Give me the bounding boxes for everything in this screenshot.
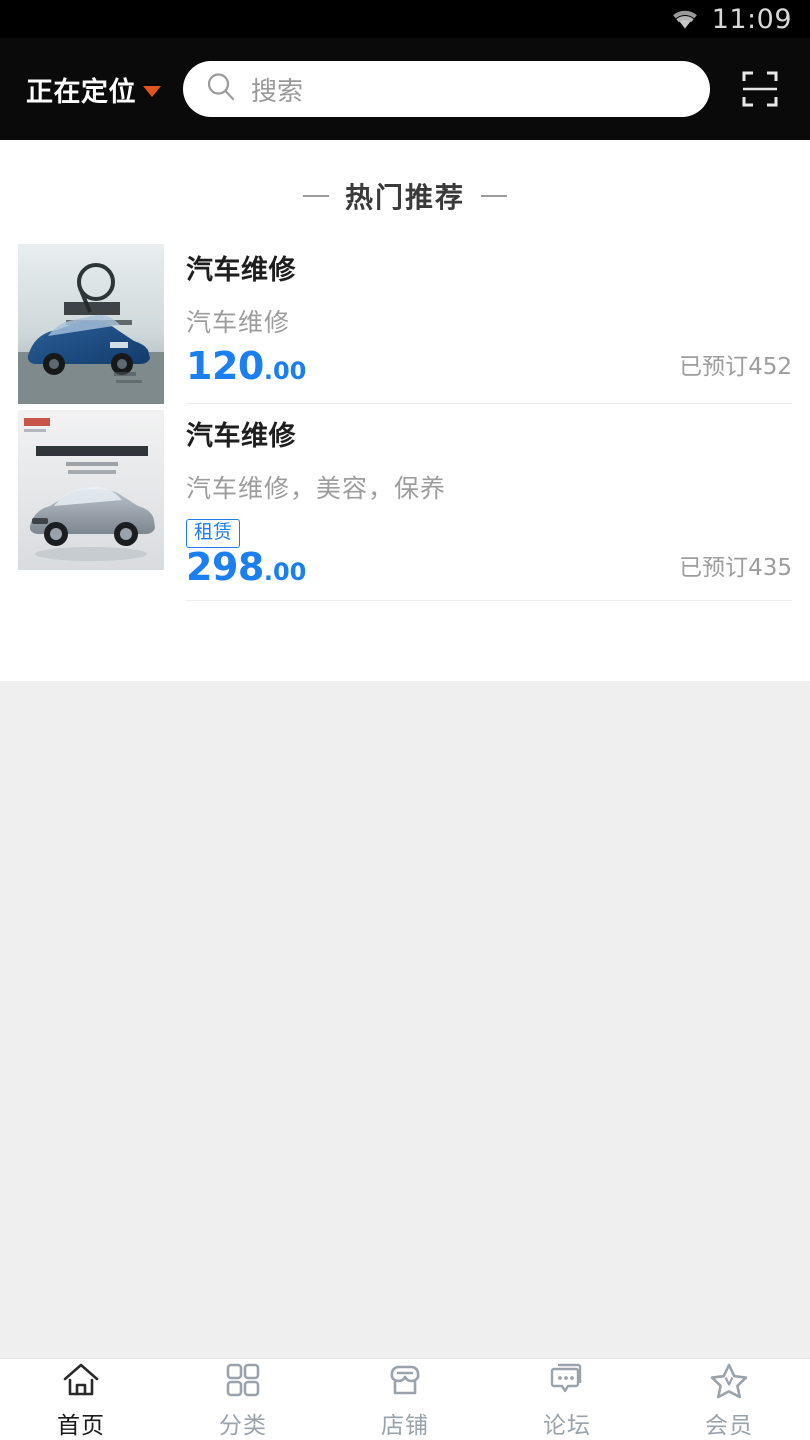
- tab-category-label: 分类: [219, 1413, 267, 1439]
- status-bar: 11:09: [0, 0, 810, 38]
- product-price-decimal: .00: [263, 557, 307, 586]
- tab-shop-label: 店铺: [381, 1413, 429, 1439]
- product-list-item[interactable]: 汽车维修 汽车维修 120.00 已预订452: [0, 238, 810, 404]
- grid-icon: [224, 1359, 262, 1401]
- product-title: 汽车维修: [186, 255, 296, 286]
- product-subtitle: 汽车维修: [186, 308, 291, 337]
- product-footer: 120.00 已预订452: [186, 347, 792, 385]
- star-icon: [709, 1359, 749, 1401]
- product-image-silver-sedan: [18, 410, 164, 570]
- search-placeholder: 搜索: [251, 76, 304, 107]
- tab-home-label: 首页: [57, 1413, 105, 1439]
- product-info: 汽车维修 汽车维修，美容，保养 租赁 298.00 已预订435: [186, 404, 792, 601]
- wifi-icon: [670, 7, 700, 31]
- search-icon: [205, 71, 237, 107]
- chevron-down-icon: [143, 85, 161, 97]
- product-price-decimal: .00: [263, 357, 307, 385]
- location-label: 正在定位: [26, 76, 136, 108]
- product-tag-badge: 租赁: [186, 519, 241, 548]
- location-selector[interactable]: 正在定位: [26, 70, 161, 109]
- tab-shop[interactable]: 店铺: [324, 1359, 486, 1440]
- shop-icon: [385, 1359, 425, 1401]
- section-dash-right: [481, 195, 507, 197]
- section-title-text: 热门推荐: [344, 181, 465, 214]
- tab-forum[interactable]: 论坛: [486, 1359, 648, 1440]
- product-image-blue-sedan: [18, 244, 164, 404]
- tab-member[interactable]: 会员: [648, 1359, 810, 1440]
- tab-member-label: 会员: [705, 1413, 753, 1439]
- product-price-integer: 298: [186, 544, 264, 589]
- product-footer: 298.00 已预订435: [186, 548, 792, 586]
- product-price: 298.00: [186, 548, 306, 586]
- home-icon: [61, 1359, 101, 1401]
- sheet-bottom-spacer: [0, 601, 810, 679]
- scan-qr-icon[interactable]: [732, 61, 788, 117]
- search-input[interactable]: 搜索: [183, 61, 710, 117]
- product-subtitle: 汽车维修，美容，保养: [186, 474, 447, 503]
- content-sheet: 热门推荐 汽车维修 汽车维修 120.00 已预订452 汽车维修 汽车维修，美…: [0, 140, 810, 681]
- product-booked-count: 已预订435: [679, 554, 792, 581]
- section-dash-left: [302, 195, 329, 197]
- app-bar: 正在定位 搜索: [0, 38, 810, 140]
- bottom-tab-bar: 首页 分类 店铺 论坛 会员: [0, 1358, 810, 1440]
- product-price: 120.00: [186, 347, 306, 385]
- section-header-hot-recommend: 热门推荐: [0, 140, 810, 238]
- product-booked-count: 已预订452: [679, 354, 792, 380]
- product-price-integer: 120: [186, 344, 264, 388]
- product-info: 汽车维修 汽车维修 120.00 已预订452: [186, 238, 792, 404]
- app-screen: 11:09 正在定位 搜索 热门推荐 汽车维修 汽车维修 120.00 已预订4…: [0, 0, 810, 1440]
- tab-home[interactable]: 首页: [0, 1359, 162, 1440]
- status-time: 11:09: [711, 3, 792, 35]
- tab-forum-label: 论坛: [543, 1413, 591, 1439]
- tab-category[interactable]: 分类: [162, 1359, 324, 1440]
- product-title: 汽车维修: [186, 421, 296, 452]
- chat-icon: [547, 1359, 587, 1401]
- product-list-item[interactable]: 汽车维修 汽车维修，美容，保养 租赁 298.00 已预订435: [0, 404, 810, 601]
